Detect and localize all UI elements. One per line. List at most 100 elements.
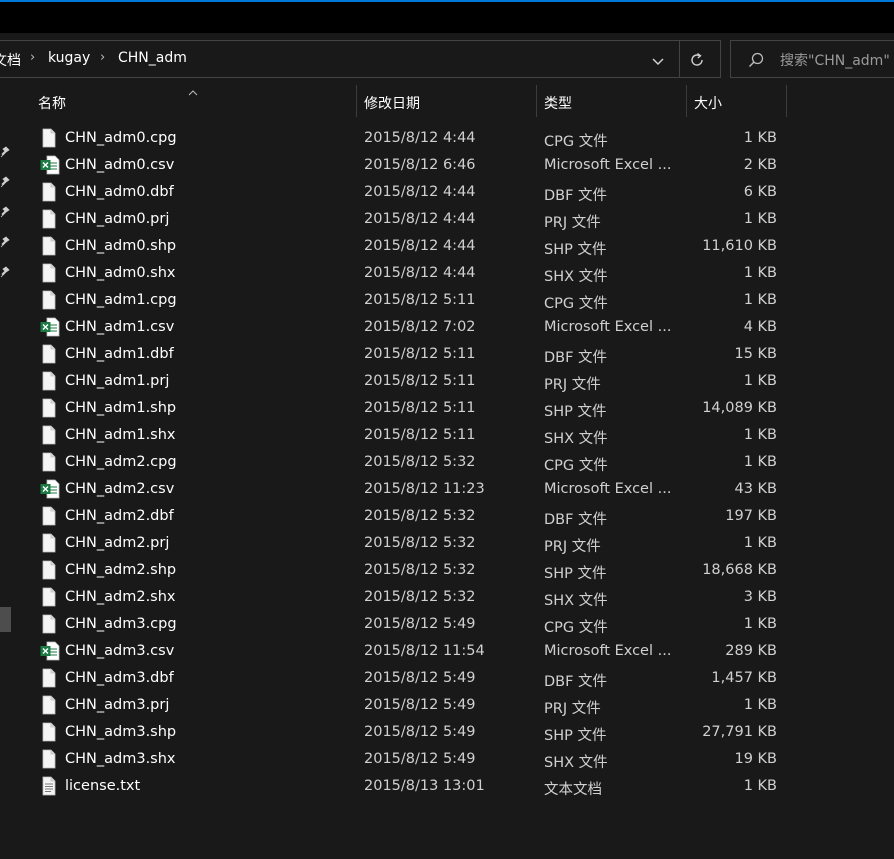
- address-row: 文档 › kugay › CHN_adm 搜索"CHN_adm": [0, 33, 894, 85]
- file-modified-date: 2015/8/12 5:49: [364, 751, 476, 767]
- file-icon: [40, 398, 58, 418]
- file-size: 1 KB: [743, 778, 777, 794]
- file-modified-date: 2015/8/12 4:44: [364, 211, 476, 227]
- file-row[interactable]: license.txt 2015/8/13 13:01 文本文档 1 KB: [0, 774, 894, 801]
- file-type: Microsoft Excel ...: [544, 481, 672, 497]
- file-modified-date: 2015/8/12 5:49: [364, 697, 476, 713]
- file-modified-date: 2015/8/12 5:49: [364, 724, 476, 740]
- file-type: SHP 文件: [544, 242, 607, 258]
- file-modified-date: 2015/8/12 5:32: [364, 589, 476, 605]
- file-row[interactable]: CHN_adm1.dbf 2015/8/12 5:11 DBF 文件 15 KB: [0, 342, 894, 369]
- file-row[interactable]: CHN_adm1.shp 2015/8/12 5:11 SHP 文件 14,089 K…: [0, 396, 894, 423]
- column-divider[interactable]: [786, 85, 787, 117]
- file-row[interactable]: CHN_adm1.shx 2015/8/12 5:11 SHX 文件 1 KB: [0, 423, 894, 450]
- file-modified-date: 2015/8/12 5:49: [364, 616, 476, 632]
- file-row[interactable]: CHN_adm2.dbf 2015/8/12 5:32 DBF 文件 197 KB: [0, 504, 894, 531]
- column-divider[interactable]: [686, 85, 687, 117]
- file-row[interactable]: CHN_adm2.prj 2015/8/12 5:32 PRJ 文件 1 KB: [0, 531, 894, 558]
- excel-icon: [40, 641, 60, 661]
- file-name: CHN_adm0.prj: [65, 211, 170, 227]
- file-row[interactable]: CHN_adm1.prj 2015/8/12 5:11 PRJ 文件 1 KB: [0, 369, 894, 396]
- file-name: CHN_adm0.csv: [65, 157, 175, 173]
- column-header-size[interactable]: 大小: [694, 93, 722, 113]
- breadcrumb-chn-adm[interactable]: CHN_adm: [118, 50, 187, 66]
- file-row[interactable]: CHN_adm0.cpg 2015/8/12 4:44 CPG 文件 1 KB: [0, 126, 894, 153]
- file-name: CHN_adm2.csv: [65, 481, 175, 497]
- file-icon: [40, 560, 58, 580]
- file-size: 1 KB: [743, 697, 777, 713]
- breadcrumb-documents[interactable]: 文档: [0, 50, 21, 70]
- file-row[interactable]: CHN_adm0.shp 2015/8/12 4:44 SHP 文件 11,610 K…: [0, 234, 894, 261]
- excel-icon: [40, 155, 60, 175]
- search-input[interactable]: 搜索"CHN_adm": [730, 40, 894, 78]
- file-row[interactable]: CHN_adm1.csv 2015/8/12 7:02 Microsoft Exce…: [0, 315, 894, 342]
- file-name: CHN_adm2.shx: [65, 589, 176, 605]
- file-row[interactable]: CHN_adm0.shx 2015/8/12 4:44 SHX 文件 1 KB: [0, 261, 894, 288]
- file-modified-date: 2015/8/12 5:49: [364, 670, 476, 686]
- file-icon: [40, 209, 58, 229]
- refresh-icon[interactable]: [687, 50, 707, 70]
- file-size: 18,668 KB: [702, 562, 777, 578]
- search-icon: [747, 51, 765, 69]
- file-type: PRJ 文件: [544, 539, 601, 555]
- file-type: SHX 文件: [544, 431, 608, 447]
- file-type: SHP 文件: [544, 728, 607, 744]
- file-row[interactable]: CHN_adm3.dbf 2015/8/12 5:49 DBF 文件 1,457 KB: [0, 666, 894, 693]
- file-icon: [40, 128, 58, 148]
- file-type: SHX 文件: [544, 593, 608, 609]
- column-header-name[interactable]: 名称: [38, 93, 66, 113]
- file-name: CHN_adm3.shp: [65, 724, 177, 740]
- file-modified-date: 2015/8/12 4:44: [364, 265, 476, 281]
- file-row[interactable]: CHN_adm0.csv 2015/8/12 6:46 Microsoft Exce…: [0, 153, 894, 180]
- file-type: SHP 文件: [544, 566, 607, 582]
- breadcrumb-separator-icon: ›: [30, 50, 36, 65]
- column-header-date[interactable]: 修改日期: [364, 93, 420, 113]
- file-row[interactable]: CHN_adm3.cpg 2015/8/12 5:49 CPG 文件 1 KB: [0, 612, 894, 639]
- file-row[interactable]: CHN_adm1.cpg 2015/8/12 5:11 CPG 文件 1 KB: [0, 288, 894, 315]
- file-row[interactable]: CHN_adm0.dbf 2015/8/12 4:44 DBF 文件 6 KB: [0, 180, 894, 207]
- file-size: 1 KB: [743, 265, 777, 281]
- file-name: CHN_adm2.shp: [65, 562, 177, 578]
- file-row[interactable]: CHN_adm3.shx 2015/8/12 5:49 SHX 文件 19 KB: [0, 747, 894, 774]
- column-divider[interactable]: [356, 85, 357, 117]
- file-row[interactable]: CHN_adm2.shx 2015/8/12 5:32 SHX 文件 3 KB: [0, 585, 894, 612]
- address-divider: [679, 41, 680, 77]
- file-row[interactable]: CHN_adm2.cpg 2015/8/12 5:32 CPG 文件 1 KB: [0, 450, 894, 477]
- file-size: 1 KB: [743, 616, 777, 632]
- column-divider[interactable]: [536, 85, 537, 117]
- file-row[interactable]: CHN_adm2.csv 2015/8/12 11:23 Microsoft Exc…: [0, 477, 894, 504]
- file-icon: [40, 668, 58, 688]
- file-type: CPG 文件: [544, 296, 608, 312]
- file-name: CHN_adm1.cpg: [65, 292, 177, 308]
- file-size: 4 KB: [743, 319, 777, 335]
- file-name: CHN_adm0.dbf: [65, 184, 174, 200]
- file-size: 27,791 KB: [702, 724, 777, 740]
- file-row[interactable]: CHN_adm2.shp 2015/8/12 5:32 SHP 文件 18,668 K…: [0, 558, 894, 585]
- file-name: CHN_adm3.shx: [65, 751, 176, 767]
- column-header-type[interactable]: 类型: [544, 93, 572, 113]
- file-row[interactable]: CHN_adm3.csv 2015/8/12 11:54 Microsoft Exc…: [0, 639, 894, 666]
- file-name: CHN_adm1.shp: [65, 400, 177, 416]
- file-size: 1 KB: [743, 292, 777, 308]
- chevron-down-icon[interactable]: [648, 51, 668, 71]
- file-icon: [40, 182, 58, 202]
- file-type: Microsoft Excel ...: [544, 643, 672, 659]
- breadcrumb-kugay[interactable]: kugay: [48, 50, 90, 66]
- file-icon: [40, 506, 58, 526]
- file-size: 3 KB: [743, 589, 777, 605]
- file-icon: [40, 533, 58, 553]
- excel-icon: [40, 317, 60, 337]
- file-row[interactable]: CHN_adm3.shp 2015/8/12 5:49 SHP 文件 27,791 K…: [0, 720, 894, 747]
- file-name: CHN_adm3.cpg: [65, 616, 177, 632]
- address-bar[interactable]: 文档 › kugay › CHN_adm: [0, 40, 721, 78]
- file-size: 1 KB: [743, 427, 777, 443]
- file-row[interactable]: CHN_adm0.prj 2015/8/12 4:44 PRJ 文件 1 KB: [0, 207, 894, 234]
- file-icon: [40, 722, 58, 742]
- file-row[interactable]: CHN_adm3.prj 2015/8/12 5:49 PRJ 文件 1 KB: [0, 693, 894, 720]
- file-icon: [40, 695, 58, 715]
- file-modified-date: 2015/8/12 5:32: [364, 508, 476, 524]
- file-type: SHP 文件: [544, 404, 607, 420]
- file-type: Microsoft Excel ...: [544, 319, 672, 335]
- sort-ascending-icon: [188, 82, 198, 96]
- file-size: 14,089 KB: [702, 400, 777, 416]
